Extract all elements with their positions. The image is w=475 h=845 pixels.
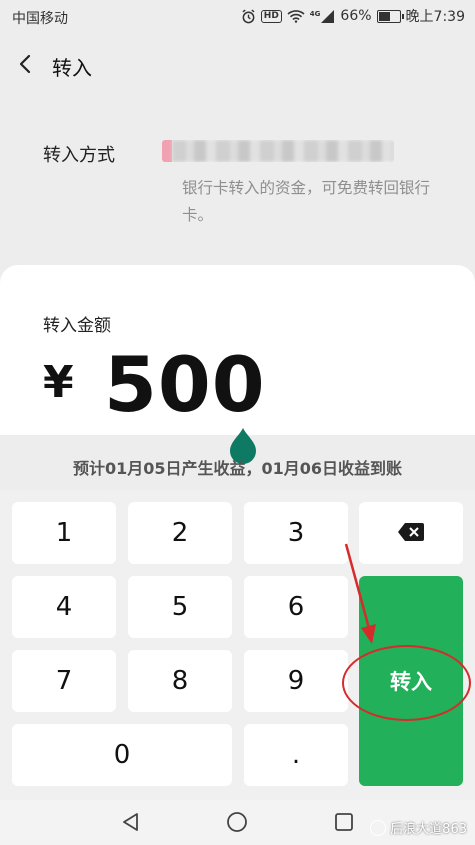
- bank-logo-icon: [162, 140, 172, 162]
- key-0[interactable]: 0: [12, 724, 232, 786]
- wifi-icon: [287, 9, 305, 23]
- app-header: 转入: [0, 40, 475, 90]
- amount-input[interactable]: 500: [104, 345, 266, 425]
- key-1[interactable]: 1: [12, 502, 116, 564]
- status-bar: 中国移动 HD 4G 66% 晚上7:39: [0, 0, 475, 34]
- key-8[interactable]: 8: [128, 650, 232, 712]
- amount-label: 转入金额: [43, 316, 111, 336]
- watermark-text: 后浪大道863: [390, 822, 467, 837]
- key-7[interactable]: 7: [12, 650, 116, 712]
- nav-recents-icon[interactable]: [333, 811, 355, 837]
- key-2[interactable]: 2: [128, 502, 232, 564]
- carrier-name: 中国移动: [12, 11, 68, 27]
- alarm-icon: [241, 9, 256, 24]
- earnings-date-note: 预计01月05日产生收益，01月06日收益到账: [72, 459, 403, 478]
- transfer-method-label: 转入方式: [43, 145, 115, 166]
- key-4[interactable]: 4: [12, 576, 116, 638]
- page-title: 转入: [52, 56, 92, 80]
- bank-account-selector[interactable]: [162, 140, 394, 162]
- transfer-method-note: 银行卡转入的资金，可免费转回银行卡。: [182, 179, 431, 224]
- amount-card: 转入金额 ¥ 500: [0, 265, 475, 435]
- clock: 晚上7:39: [405, 9, 465, 25]
- nav-back-icon[interactable]: [120, 811, 142, 837]
- annotation-arrow-icon: [344, 543, 376, 644]
- back-arrow-icon[interactable]: [14, 52, 38, 76]
- battery-percent: 66%: [340, 8, 372, 24]
- battery-icon: [376, 9, 404, 23]
- nav-home-icon[interactable]: [226, 811, 248, 837]
- key-9[interactable]: 9: [244, 650, 348, 712]
- key-6[interactable]: 6: [244, 576, 348, 638]
- watermark-logo-icon: [370, 819, 387, 836]
- annotation-circle: [342, 645, 471, 721]
- key-3[interactable]: 3: [244, 502, 348, 564]
- currency-symbol: ¥: [43, 357, 74, 408]
- key-5[interactable]: 5: [128, 576, 232, 638]
- signal-icon: 4G: [310, 9, 336, 23]
- backspace-icon: [398, 518, 424, 548]
- hd-icon: HD: [260, 9, 282, 23]
- key-decimal[interactable]: .: [244, 724, 348, 786]
- status-icons: HD 4G 66% 晚上7:39: [241, 6, 465, 26]
- blurred-account-info: [172, 140, 394, 162]
- watermark: 后浪大道863: [370, 818, 467, 837]
